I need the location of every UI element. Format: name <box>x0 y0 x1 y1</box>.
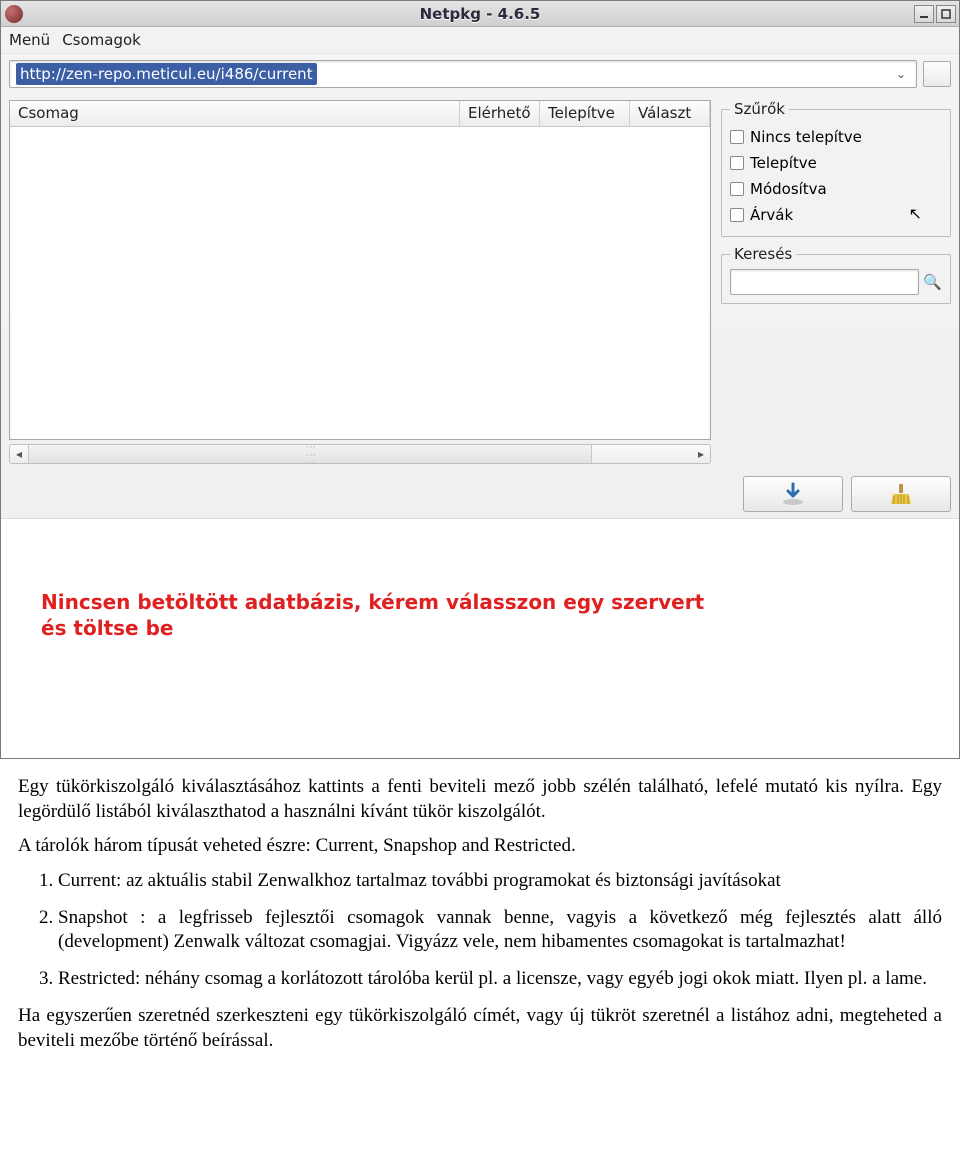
package-table: Csomag Elérhető Telepítve Választ <box>9 100 711 440</box>
titlebar: Netpkg - 4.6.5 <box>1 1 959 27</box>
h-scrollbar[interactable]: ◂ ▸ <box>9 444 711 464</box>
col-elerheto[interactable]: Elérhető <box>460 101 540 126</box>
message-area: Nincsen betöltött adatbázis, kérem válas… <box>1 518 959 758</box>
col-csomag[interactable]: Csomag <box>10 101 460 126</box>
doc-para-1: Egy tükörkiszolgáló kiválasztásához katt… <box>18 775 942 824</box>
menu-csomagok[interactable]: Csomagok <box>62 31 141 49</box>
cursor-icon: ↖ <box>909 204 922 223</box>
filter-telepitve[interactable]: Telepítve <box>730 150 942 176</box>
action-buttons <box>1 470 959 518</box>
window-title: Netpkg - 4.6.5 <box>1 5 959 23</box>
filter-nincs-telepitve[interactable]: Nincs telepítve <box>730 124 942 150</box>
scroll-track[interactable] <box>28 445 692 463</box>
checkbox-icon[interactable] <box>730 208 744 222</box>
filters-legend: Szűrők <box>730 100 789 118</box>
scroll-thumb[interactable] <box>28 445 592 463</box>
search-fieldset: Keresés 🔍 <box>721 245 951 304</box>
filter-arvak[interactable]: Árvák ↖ <box>730 202 942 228</box>
checkbox-icon[interactable] <box>730 156 744 170</box>
refresh-button[interactable] <box>923 61 951 87</box>
col-telepitve[interactable]: Telepítve <box>540 101 630 126</box>
filters-fieldset: Szűrők Nincs telepítve Telepítve Módosít… <box>721 100 951 237</box>
mirror-url-text: http://zen-repo.meticul.eu/i486/current <box>16 63 317 85</box>
mirror-url-row: http://zen-repo.meticul.eu/i486/current … <box>1 54 959 94</box>
clean-button[interactable] <box>851 476 951 512</box>
no-database-message: Nincsen betöltött adatbázis, kérem válas… <box>41 589 721 641</box>
search-input[interactable] <box>730 269 919 295</box>
doc-li-2: Snapshot : a legfrisseb fejlesztői csoma… <box>58 906 942 955</box>
doc-li-1: Current: az aktuális stabil Zenwalkhoz t… <box>58 869 942 894</box>
menubar: Menü Csomagok <box>1 27 959 54</box>
checkbox-icon[interactable] <box>730 130 744 144</box>
doc-li-3: Restricted: néhány csomag a korlátozott … <box>58 967 942 992</box>
table-header: Csomag Elérhető Telepítve Választ <box>10 101 710 127</box>
right-pane: Szűrők Nincs telepítve Telepítve Módosít… <box>721 100 951 464</box>
menu-menu[interactable]: Menü <box>9 31 50 49</box>
middle-panes: Csomag Elérhető Telepítve Választ ◂ ▸ Sz… <box>1 94 959 470</box>
chevron-down-icon[interactable]: ⌄ <box>890 67 912 81</box>
mirror-url-input[interactable]: http://zen-repo.meticul.eu/i486/current … <box>9 60 917 88</box>
doc-para-2: A tárolók három típusát veheted észre: C… <box>18 834 942 859</box>
search-legend: Keresés <box>730 245 796 263</box>
filter-label: Nincs telepítve <box>750 128 862 146</box>
netpkg-window: Netpkg - 4.6.5 Menü Csomagok http://zen-… <box>0 0 960 759</box>
filter-label: Módosítva <box>750 180 827 198</box>
download-button[interactable] <box>743 476 843 512</box>
filter-label: Telepítve <box>750 154 817 172</box>
search-icon[interactable]: 🔍 <box>923 273 942 291</box>
scroll-right-icon[interactable]: ▸ <box>692 447 710 461</box>
doc-list: Current: az aktuális stabil Zenwalkhoz t… <box>18 869 942 992</box>
filter-label: Árvák <box>750 206 793 224</box>
scroll-left-icon[interactable]: ◂ <box>10 447 28 461</box>
package-list-pane: Csomag Elérhető Telepítve Választ ◂ ▸ <box>9 100 711 464</box>
doc-para-3: Ha egyszerűen szeretnéd szerkeszteni egy… <box>18 1004 942 1053</box>
document-text: Egy tükörkiszolgáló kiválasztásához katt… <box>0 759 960 1073</box>
col-valaszt[interactable]: Választ <box>630 101 710 126</box>
filter-modositva[interactable]: Módosítva <box>730 176 942 202</box>
checkbox-icon[interactable] <box>730 182 744 196</box>
